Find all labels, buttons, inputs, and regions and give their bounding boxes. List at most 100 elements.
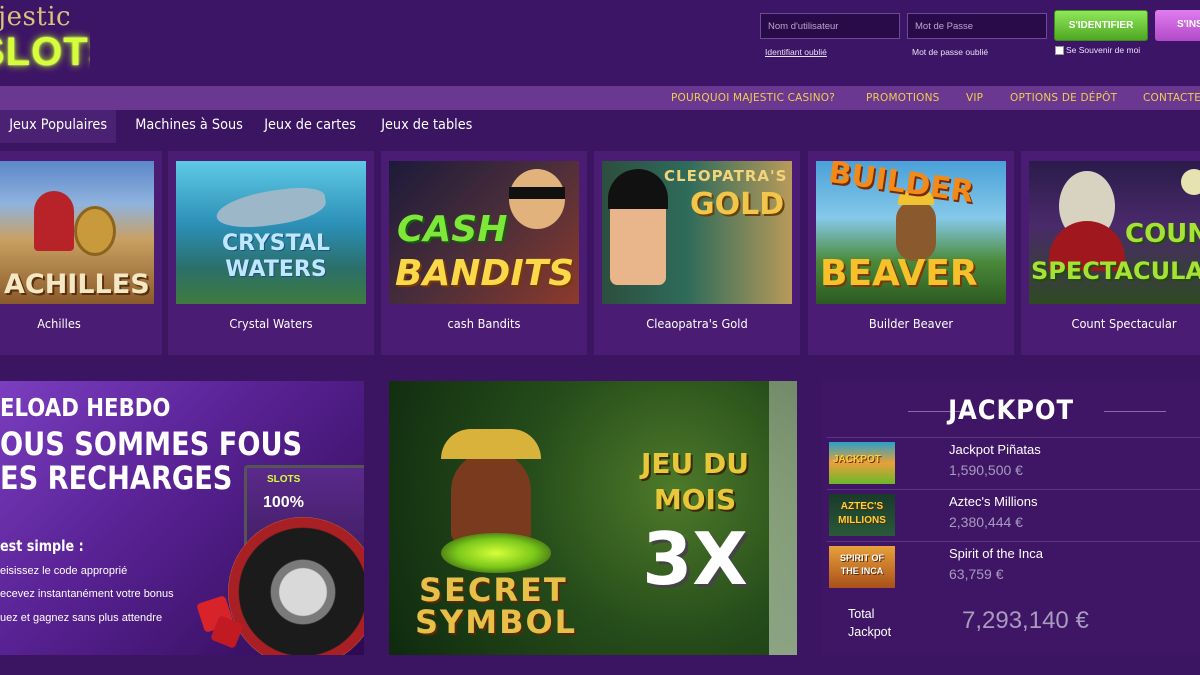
tab-popular-games[interactable]: Jeux Populaires (0, 110, 117, 143)
game-art-text-2: GOLD (690, 187, 785, 222)
site-header: ajestic SLOTS S'IDENTIFIER S'INS Identif… (0, 0, 1200, 86)
total-label-line-1: Total (848, 607, 875, 621)
secret-symbol-text-2: SYMBOL (415, 603, 578, 641)
game-thumbnail[interactable]: CRYSTAL WATERS (176, 161, 366, 304)
total-label-line-2: Jackpot (848, 625, 892, 639)
jackpot-amount: 1,590,500 € (949, 462, 1023, 478)
game-art-text-2: BANDITS (395, 253, 575, 294)
game-category-tabs: Jeux Populaires Machines à Sous Jeux de … (0, 110, 1200, 143)
tab-table-games[interactable]: Jeux de tables (372, 110, 482, 143)
game-card-builder-beaver[interactable]: BUILDER BEAVER Builder Beaver (808, 151, 1014, 355)
username-input[interactable] (760, 13, 900, 39)
promo-step-3: uez et gagnez sans plus attendre (0, 612, 163, 624)
jackpot-row[interactable]: SPIRIT OF THE INCA Spirit of the Inca 63… (827, 541, 1200, 591)
jackpot-panel: JACKPOT JACKPOT Jackpot Piñatas 1,590,50… (822, 381, 1200, 655)
laptop-logo: SLOTS (267, 474, 301, 485)
jackpot-game-thumbnail[interactable]: JACKPOT (829, 442, 895, 484)
jackpot-game-name[interactable]: Jackpot Piñatas (949, 442, 1041, 457)
game-thumbnail[interactable]: ACHILLES (0, 161, 154, 304)
promo-multiplier: 3X (642, 517, 748, 601)
promo-mois: MOIS (653, 483, 737, 516)
game-title[interactable]: cash Bandits (386, 317, 582, 331)
forgot-username-link[interactable]: Identifiant oublié (765, 47, 827, 57)
game-thumbnail[interactable]: BUILDER BEAVER (816, 161, 1006, 304)
game-title[interactable]: Cleaopatra's Gold (599, 317, 795, 331)
game-art-text-2: SPECTACULAR (1031, 257, 1200, 285)
game-art-text-1: CLEOPATRA'S (664, 167, 788, 185)
nav-why-majestic[interactable]: POURQUOI MAJESTIC CASINO? (671, 92, 835, 104)
nav-vip[interactable]: VIP (966, 92, 983, 104)
game-art-text-1: CASH (397, 209, 508, 250)
shield-icon (74, 206, 116, 256)
jackpot-game-thumbnail[interactable]: AZTEC'S MILLIONS (829, 494, 895, 536)
promo-intro: est simple : (0, 537, 84, 555)
promo-headline-3: ES RECHARGES (0, 459, 233, 497)
page-bottom (0, 655, 1200, 675)
moon-icon (1181, 169, 1200, 195)
remember-me[interactable]: Se Souvenir de moi (1055, 45, 1140, 55)
bandit-face (509, 169, 565, 229)
jackpot-game-art: JACKPOT (833, 454, 881, 465)
jackpot-game-name[interactable]: Aztec's Millions (949, 494, 1037, 509)
jackpot-title: JACKPOT (948, 395, 1074, 426)
game-title[interactable]: Count Spectacular (1026, 317, 1200, 331)
top-navigation: POURQUOI MAJESTIC CASINO? PROMOTIONS VIP… (0, 86, 1200, 110)
promo-step-2: ecevez instantanément votre bonus (0, 588, 174, 600)
forgot-password-link[interactable]: Mot de passe oublié (912, 47, 988, 57)
game-art-text: CRYSTAL WATERS (221, 231, 330, 282)
nav-promotions[interactable]: PROMOTIONS (866, 92, 940, 104)
jackpot-row[interactable]: AZTEC'S MILLIONS Aztec's Millions 2,380,… (827, 489, 1200, 539)
game-art-text: ACHILLES (4, 269, 150, 300)
promo-jeu-du: JEU DU (640, 447, 749, 480)
nav-deposit-options[interactable]: OPTIONS DE DÉPÔT (1010, 92, 1117, 104)
remember-me-label: Se Souvenir de moi (1066, 45, 1141, 55)
jackpot-game-name[interactable]: Spirit of the Inca (949, 546, 1043, 561)
game-card-achilles[interactable]: ACHILLES Achilles (0, 151, 162, 355)
dolphin-figure (214, 183, 328, 233)
register-button[interactable]: S'INS (1155, 10, 1200, 41)
promo-headline-2: OUS SOMMES FOUS (0, 425, 303, 463)
jackpot-game-thumbnail[interactable]: SPIRIT OF THE INCA (829, 546, 895, 588)
promo-step-1: eisissez le code approprié (0, 565, 128, 577)
game-card-crystal-waters[interactable]: CRYSTAL WATERS Crystal Waters (168, 151, 374, 355)
nav-contact[interactable]: CONTACTEZ (1143, 92, 1200, 104)
jackpot-row[interactable]: JACKPOT Jackpot Piñatas 1,590,500 € (827, 437, 1200, 487)
jackpot-game-art: SPIRIT OF THE INCA (839, 553, 884, 576)
jackpot-game-art: AZTEC'S MILLIONS (838, 501, 886, 526)
laptop-bonus: 100% (263, 494, 304, 511)
login-button[interactable]: S'IDENTIFIER (1054, 10, 1148, 41)
remember-me-checkbox[interactable] (1055, 45, 1064, 55)
game-art-text-2: BEAVER (820, 253, 978, 294)
headdress-icon (441, 429, 541, 459)
beaver-figure (896, 201, 936, 261)
game-thumbnail[interactable]: COUNT SPECTACULAR (1029, 161, 1200, 304)
cauldron-icon (441, 533, 551, 573)
game-card-count-spectacular[interactable]: COUNT SPECTACULAR Count Spectacular (1021, 151, 1200, 355)
warrior-figure (34, 191, 74, 251)
game-title[interactable]: Achilles (0, 317, 157, 331)
password-input[interactable] (907, 13, 1047, 39)
promo-headline-1: ELOAD HEBDO (0, 393, 171, 422)
game-art-text-1: COUNT (1125, 219, 1200, 249)
tab-card-games[interactable]: Jeux de cartes (255, 110, 365, 143)
total-jackpot-amount: 7,293,140 € (962, 607, 1089, 634)
game-thumbnail[interactable]: CLEOPATRA'S GOLD (602, 161, 792, 304)
promo-game-of-the-month[interactable]: SECRET SYMBOL JEU DU MOIS 3X (389, 381, 797, 655)
logo-text-top: ajestic (0, 2, 72, 32)
game-title[interactable]: Crystal Waters (173, 317, 369, 331)
tab-slot-machines[interactable]: Machines à Sous (126, 110, 252, 143)
waterfall (769, 381, 797, 655)
jackpot-amount: 63,759 € (949, 566, 1004, 582)
game-thumbnail[interactable]: CASH BANDITS (389, 161, 579, 304)
bandit-mask (509, 187, 565, 199)
cleopatra-hair (608, 169, 668, 209)
game-card-cash-bandits[interactable]: CASH BANDITS cash Bandits (381, 151, 587, 355)
game-title[interactable]: Builder Beaver (813, 317, 1009, 331)
promo-weekly-reload[interactable]: ELOAD HEBDO OUS SOMMES FOUS ES RECHARGES… (0, 381, 364, 655)
shaman-figure (451, 451, 531, 543)
game-card-cleopatras-gold[interactable]: CLEOPATRA'S GOLD Cleaopatra's Gold (594, 151, 800, 355)
total-jackpot-label: Total Jackpot (848, 605, 891, 641)
jackpot-amount: 2,380,444 € (949, 514, 1023, 530)
site-logo[interactable]: ajestic SLOTS (0, 0, 90, 80)
logo-text-slots: SLOTS (0, 30, 90, 74)
